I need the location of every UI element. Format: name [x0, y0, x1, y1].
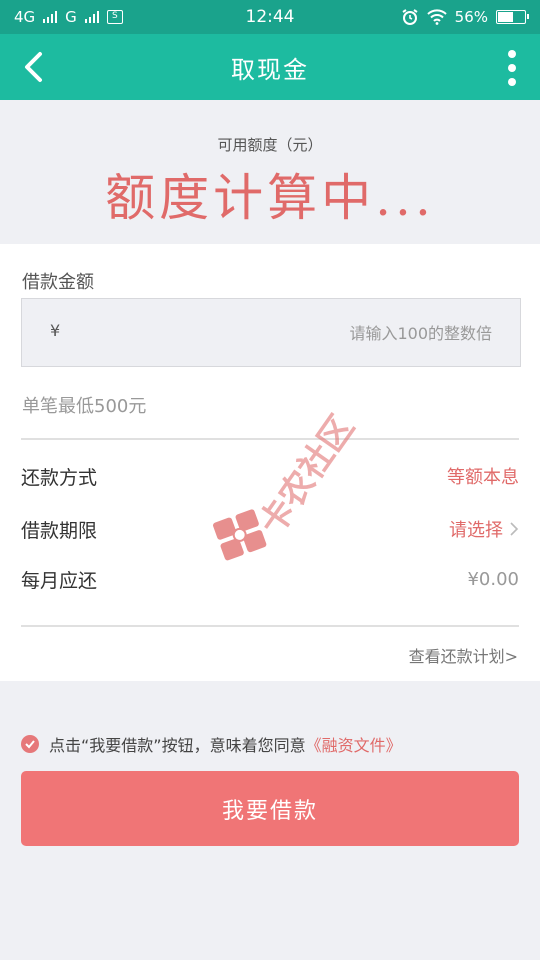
battery-percent: 56% [454, 8, 488, 26]
min-amount-hint: 单笔最低500元 [22, 396, 147, 417]
signal-icon [43, 11, 58, 23]
sim-icon: S [106, 10, 123, 24]
repay-method-label: 还款方式 [21, 466, 98, 489]
agreement-row: 点击“我要借款”按钮，意味着您同意《融资文件》 [21, 732, 402, 756]
status-bar: 4G G S 12:44 56% [0, 0, 540, 34]
monthly-payment-label: 每月应还 [21, 569, 98, 592]
quota-label: 可用额度（元） [217, 136, 323, 154]
monthly-payment-row: 每月应还 ¥0.00 [21, 557, 519, 601]
borrow-button[interactable]: 我要借款 [21, 771, 519, 846]
amount-field[interactable]: ¥ [21, 298, 521, 367]
loan-form: 借款金额 ¥ 单笔最低500元 还款方式 等额本息 借款期限 请选择 每月应还 … [0, 244, 540, 681]
chevron-left-icon[interactable] [18, 50, 52, 84]
agreement-text-body: 点击“我要借款”按钮，意味着您同意 [49, 736, 306, 755]
loan-term-value-wrap: 请选择 [449, 516, 519, 542]
status-right: 56% [401, 8, 529, 26]
more-vertical-icon[interactable] [504, 48, 520, 88]
currency-symbol: ¥ [50, 321, 61, 340]
quota-value: 额度计算中... [105, 169, 435, 227]
monthly-payment-value: ¥0.00 [467, 568, 519, 590]
page-title: 取现金 [231, 55, 309, 84]
network-label-1: 4G [14, 8, 36, 26]
agreement-text: 点击“我要借款”按钮，意味着您同意《融资文件》 [49, 732, 402, 756]
alarm-icon [402, 9, 418, 25]
quota-section: 可用额度（元） 额度计算中... [0, 100, 540, 244]
loan-term-row[interactable]: 借款期限 请选择 [21, 507, 519, 551]
network-label-2: G [65, 8, 77, 26]
battery-icon [496, 10, 529, 24]
repay-method-row[interactable]: 还款方式 等额本息 [21, 454, 519, 498]
financing-document-link[interactable]: 《融资文件》 [306, 736, 402, 755]
divider [21, 438, 519, 440]
amount-label: 借款金额 [22, 272, 94, 293]
title-bar: 取现金 [0, 34, 540, 100]
signal-icon-2 [84, 11, 99, 23]
repay-method-value: 等额本息 [447, 467, 519, 488]
checkbox-checked-icon[interactable] [21, 735, 39, 753]
wifi-icon [426, 9, 447, 25]
chevron-right-icon [510, 522, 519, 536]
view-repayment-plan-link[interactable]: 查看还款计划> [409, 643, 518, 667]
loan-term-label: 借款期限 [21, 519, 98, 542]
divider [21, 625, 519, 627]
loan-term-value: 请选择 [449, 520, 503, 541]
status-left: 4G G S [14, 8, 214, 26]
amount-input[interactable] [192, 317, 492, 349]
